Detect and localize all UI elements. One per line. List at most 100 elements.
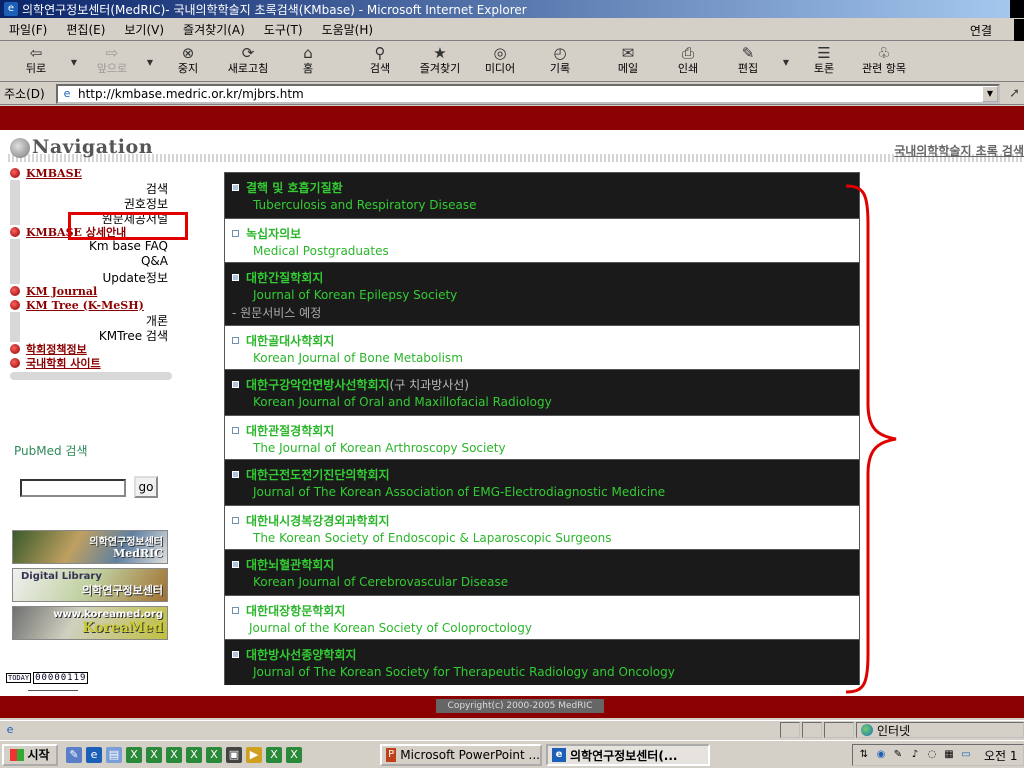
tray-app-icon[interactable]: ◉ — [874, 748, 888, 762]
quicklaunch-app-icon[interactable]: ▣ — [226, 746, 242, 763]
related-button[interactable]: ♧ 관련 항목 — [854, 42, 914, 82]
quicklaunch-app-icon[interactable]: X — [286, 746, 302, 763]
journal-item[interactable]: 대한뇌혈관학회지 Korean Journal of Cerebrovascul… — [225, 550, 859, 595]
medric-banner[interactable]: 의학연구정보센터 MedRIC — [12, 530, 168, 564]
menu-help[interactable]: 도움말(H) — [313, 21, 384, 38]
page-content: Navigation 국내의학학술지 초록 검색 KMBASE 검색 권호정보 … — [0, 106, 1024, 718]
tray-pen-icon[interactable]: ✎ — [891, 748, 905, 762]
print-button[interactable]: ⎙ 인쇄 — [658, 42, 718, 82]
sidebar-section-society-sites[interactable]: 국내학회 사이트 — [10, 356, 172, 370]
quicklaunch-app-icon[interactable]: X — [206, 746, 222, 763]
sidebar-section-km-tree[interactable]: KM Tree (K-MeSH) — [10, 298, 172, 312]
tray-network-icon[interactable]: ⇅ — [857, 748, 871, 762]
address-input[interactable]: e http://kmbase.medric.or.kr/mjbrs.htm ▼ — [56, 84, 1000, 104]
tray-app-icon[interactable]: ◌ — [925, 748, 939, 762]
menu-edit[interactable]: 편집(E) — [57, 21, 115, 38]
windows-logo-icon — [10, 748, 25, 761]
pubmed-go-button[interactable]: go — [134, 476, 158, 498]
journal-item[interactable]: 대한골대사학회지 Korean Journal of Bone Metaboli… — [225, 325, 859, 370]
sidebar-section-society-policy[interactable]: 학회정책정보 — [10, 342, 172, 356]
address-url: http://kmbase.medric.or.kr/mjbrs.htm — [78, 87, 304, 101]
tray-monitor-icon[interactable]: ▭ — [959, 748, 973, 762]
task-ie-medric[interactable]: e 의학연구정보센터(... — [546, 744, 710, 766]
edit-icon: ✎ — [741, 44, 755, 62]
tray-calendar-icon[interactable]: ▦ — [942, 748, 956, 762]
page-heading-link[interactable]: 국내의학학술지 초록 검색 — [894, 142, 1024, 159]
journal-item[interactable]: 결핵 및 호흡기질환 Tuberculosis and Respiratory … — [225, 173, 859, 218]
section-bullet-icon — [10, 300, 20, 310]
journal-title-ko: 대한관절경학회지 — [246, 424, 335, 438]
favorites-button[interactable]: ★ 즐겨찾기 — [410, 42, 470, 82]
taskbar: 시작 ✎ e ▤ X X X X X ▣ ▶ X X P Microsoft P… — [0, 740, 1024, 768]
journal-title-en: Journal of The Korean Society for Therap… — [253, 665, 675, 679]
journal-title-en: Journal of The Korean Association of EMG… — [253, 485, 666, 499]
sidebar-link-search[interactable]: 검색 — [20, 180, 172, 196]
journal-bullet-icon — [232, 607, 239, 614]
history-button[interactable]: ◴ 기록 — [530, 42, 590, 82]
task-powerpoint[interactable]: P Microsoft PowerPoint ... — [380, 744, 542, 766]
sidebar-link-overview[interactable]: 개론 — [20, 312, 172, 328]
back-dropdown-icon[interactable]: ▼ — [66, 42, 82, 82]
pubmed-search-input[interactable] — [20, 479, 126, 497]
highlight-annotation — [68, 212, 188, 240]
edit-button[interactable]: ✎ 편집 — [718, 42, 778, 82]
mail-button[interactable]: ✉ 메일 — [598, 42, 658, 82]
quicklaunch-excel-icon[interactable]: X — [126, 746, 142, 763]
journal-item[interactable]: 대한근전도전기진단의학회지 Journal of The Korean Asso… — [225, 460, 859, 505]
journal-title-ko: 대한골대사학회지 — [246, 334, 335, 348]
sidebar-link-update[interactable]: Update정보 — [20, 269, 172, 285]
sidebar-link-kmtree-search[interactable]: KMTree 검색 — [20, 327, 172, 343]
discuss-icon: ☰ — [817, 44, 831, 62]
sidebar-link-faq[interactable]: Km base FAQ — [20, 239, 172, 254]
stop-button[interactable]: ⊗ 중지 — [158, 42, 218, 82]
connect-button[interactable]: 연결 — [966, 21, 996, 40]
quicklaunch-app-icon[interactable]: X — [166, 746, 182, 763]
discuss-button[interactable]: ☰ 토론 — [794, 42, 854, 82]
journal-item[interactable]: 대한구강악안면방사선학회지 (구 치과방사선) Korean Journal of… — [225, 370, 859, 415]
quicklaunch-media-icon[interactable]: ▶ — [246, 746, 262, 763]
menu-file[interactable]: 파일(F) — [0, 21, 57, 38]
refresh-button[interactable]: ⟳ 새로고침 — [218, 42, 278, 82]
window-title-bar[interactable]: e 의학연구정보센터(MedRIC)- 국내의학학술지 초록검색(KMbase)… — [0, 0, 1024, 18]
tray-volume-icon[interactable]: ♪ — [908, 748, 922, 762]
journal-item[interactable]: 대한관절경학회지 The Journal of Korean Arthrosco… — [225, 415, 859, 460]
quicklaunch-app-icon[interactable]: X — [186, 746, 202, 763]
journal-title-en: Korean Journal of Oral and Maxillofacial… — [253, 395, 552, 409]
history-icon: ◴ — [553, 44, 567, 62]
journal-item[interactable]: 대한간질학회지 Journal of Korean Epilepsy Socie… — [225, 263, 859, 325]
journal-item[interactable]: 대한대장항문학회지 Journal of the Korean Society … — [225, 595, 859, 640]
journal-title-ko: 대한구강악안면방사선학회지 — [246, 378, 390, 392]
menu-tools[interactable]: 도구(T) — [255, 21, 313, 38]
quicklaunch-ie-icon[interactable]: e — [86, 746, 102, 763]
menu-view[interactable]: 보기(V) — [115, 21, 174, 38]
sidebar-link-qna[interactable]: Q&A — [20, 254, 172, 269]
quicklaunch-app-icon[interactable]: X — [146, 746, 162, 763]
start-button[interactable]: 시작 — [2, 743, 58, 766]
address-dropdown-icon[interactable]: ▼ — [982, 86, 998, 102]
journal-item[interactable]: 녹십자의보 Medical Postgraduates — [225, 218, 859, 263]
forward-button[interactable]: ⇨ 앞으로 — [82, 42, 142, 82]
menu-favorites[interactable]: 즐겨찾기(A) — [174, 21, 255, 38]
sidebar-bottom-bar — [10, 372, 172, 380]
koreamed-banner[interactable]: www.koreamed.org KoreaMed — [12, 606, 168, 640]
quicklaunch-explorer-icon[interactable]: ▤ — [106, 746, 122, 763]
journal-bullet-icon — [232, 471, 239, 478]
sidebar-section-km-journal[interactable]: KM Journal — [10, 284, 172, 298]
journal-item[interactable]: 대한방사선종양학회지 Journal of The Korean Society… — [225, 640, 859, 685]
journal-item[interactable]: 대한내시경복강경외과학회지 The Korean Society of Endo… — [225, 505, 859, 550]
security-zone[interactable]: 인터넷 — [856, 722, 1024, 738]
media-button[interactable]: ◎ 미디어 — [470, 42, 530, 82]
journal-title-ko: 대한간질학회지 — [246, 271, 324, 285]
sidebar-link-volume-info[interactable]: 권호정보 — [20, 195, 172, 211]
search-button[interactable]: ⚲ 검색 — [350, 42, 410, 82]
quicklaunch-app-icon[interactable]: X — [266, 746, 282, 763]
forward-dropdown-icon[interactable]: ▼ — [142, 42, 158, 82]
sidebar-section-kmbase[interactable]: KMBASE — [10, 166, 172, 180]
clock[interactable]: 오전 1 — [984, 747, 1018, 764]
edit-dropdown-icon[interactable]: ▼ — [778, 42, 794, 82]
digital-library-banner[interactable]: Digital Library 의학연구정보센터 — [12, 568, 168, 602]
quicklaunch-pen-icon[interactable]: ✎ — [66, 746, 82, 763]
home-button[interactable]: ⌂ 홈 — [278, 42, 338, 82]
go-arrow-icon[interactable]: ➚ — [1009, 86, 1020, 101]
back-button[interactable]: ⇦ 뒤로 — [6, 42, 66, 82]
